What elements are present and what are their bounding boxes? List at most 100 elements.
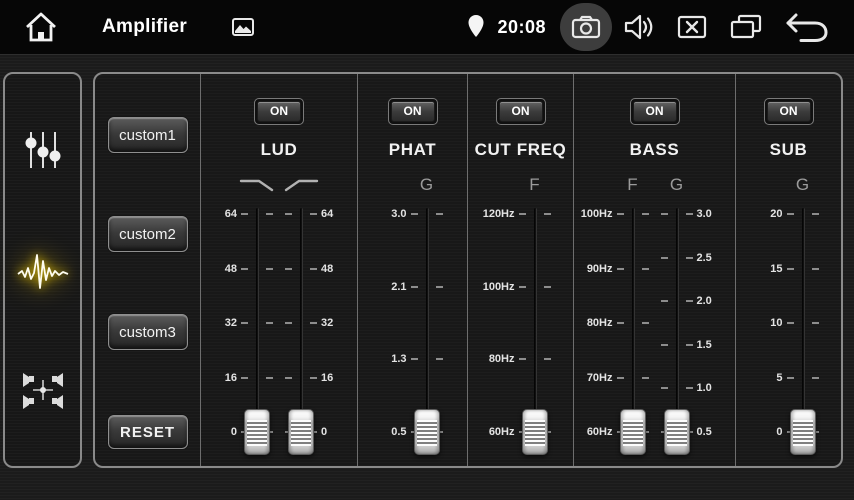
camera-icon <box>570 13 602 41</box>
tick-dash <box>519 358 526 360</box>
lud-slider-0-knob[interactable] <box>244 409 270 455</box>
tick-label: 1.3 <box>391 352 406 366</box>
tick-dash <box>436 358 443 360</box>
volume-button[interactable] <box>622 12 656 42</box>
tick-dash <box>241 213 248 215</box>
custom2-button[interactable]: custom2 <box>108 216 188 252</box>
lud-slider-1: 644832160 <box>289 166 341 456</box>
tick-label: 32 <box>321 316 333 330</box>
home-button[interactable] <box>22 8 60 46</box>
tick-dash <box>642 322 649 324</box>
back-button[interactable] <box>784 10 830 44</box>
tick-dash <box>617 213 624 215</box>
top-bar: Amplifier 20:08 <box>0 0 854 55</box>
back-icon <box>784 10 830 44</box>
slider-track[interactable] <box>802 208 805 442</box>
phat-slider-0-header: G <box>387 166 439 204</box>
slider-track[interactable] <box>426 208 429 442</box>
tick-dash <box>310 268 317 270</box>
slider-track[interactable] <box>632 208 635 442</box>
tick-dash <box>544 286 551 288</box>
tick-dash <box>686 257 693 259</box>
tick-label: 32 <box>225 316 237 330</box>
highpass-curve-icon <box>283 177 319 193</box>
tick-dash <box>436 286 443 288</box>
tick-dash <box>310 377 317 379</box>
sidebar-item-sound-effects[interactable] <box>13 240 73 300</box>
tick-dash <box>241 377 248 379</box>
phat-sliders: G3.02.11.30.5 <box>387 166 439 456</box>
phat-on-button[interactable]: ON <box>391 101 435 122</box>
location-icon <box>465 13 487 41</box>
param-label-bass-1: G <box>670 175 683 195</box>
close-app-button[interactable] <box>676 13 708 41</box>
sub-on-button[interactable]: ON <box>767 101 811 122</box>
tick-label: 80Hz <box>587 316 613 330</box>
phat-slider-0-knob[interactable] <box>414 409 440 455</box>
tick-dash <box>411 213 418 215</box>
tick-dash <box>686 300 693 302</box>
tick-label: 10 <box>770 316 782 330</box>
tick-label: 5 <box>776 371 782 385</box>
lud-slider-1-body: 644832160 <box>289 204 341 456</box>
lud-on-button[interactable]: ON <box>257 101 301 122</box>
slider-track[interactable] <box>676 208 679 442</box>
amplifier-screen: Amplifier 20:08 <box>0 0 854 500</box>
lud-slider-0-header <box>217 166 269 204</box>
tick-label: 0.5 <box>697 425 712 439</box>
wallpaper-button[interactable] <box>231 16 255 38</box>
presets-column: custom1 custom2 custom3 RESET <box>95 74 200 466</box>
tick-label: 2.1 <box>391 280 406 294</box>
bass-slider-1-knob[interactable] <box>664 409 690 455</box>
tick-label: 3.0 <box>391 207 406 221</box>
waveform-icon <box>16 246 70 294</box>
tick-label: 16 <box>225 371 237 385</box>
sidebar-item-speaker-balance[interactable] <box>13 360 73 420</box>
tick-label: 0 <box>231 425 237 439</box>
tick-dash <box>787 213 794 215</box>
sub-on-frame: ON <box>764 98 814 125</box>
sidebar-item-equalizer[interactable] <box>13 120 73 180</box>
tick-dash <box>310 322 317 324</box>
sub-slider-0-knob[interactable] <box>790 409 816 455</box>
lud-slider-1-header <box>289 166 341 204</box>
tick-label: 16 <box>321 371 333 385</box>
tick-dash <box>661 300 668 302</box>
knob-ridges <box>247 420 267 446</box>
tick-label: 1.5 <box>697 338 712 352</box>
lud-slider-0-body: 644832160 <box>217 204 269 456</box>
tick-dash <box>812 213 819 215</box>
tick-dash <box>544 358 551 360</box>
param-label-phat-0: G <box>420 175 433 195</box>
tick-dash <box>411 286 418 288</box>
custom3-button[interactable]: custom3 <box>108 314 188 350</box>
cut-freq-slider-0-header: F <box>495 166 547 204</box>
bass-slider-0-knob[interactable] <box>620 409 646 455</box>
slider-track[interactable] <box>534 208 537 442</box>
knob-ridges <box>667 420 687 446</box>
tick-dash <box>812 268 819 270</box>
image-icon <box>231 16 255 38</box>
channel-bass: ONBASSF100Hz90Hz80Hz70Hz60HzG3.02.52.01.… <box>573 74 735 466</box>
recent-apps-button[interactable] <box>728 13 764 41</box>
phat-on-frame: ON <box>388 98 438 125</box>
bass-on-button[interactable]: ON <box>633 101 677 122</box>
cut-freq-slider-0-body: 120Hz100Hz80Hz60Hz <box>495 204 547 456</box>
screenshot-button[interactable] <box>560 3 612 51</box>
recent-apps-icon <box>728 13 764 41</box>
lud-slider-1-knob[interactable] <box>288 409 314 455</box>
knob-ridges <box>623 420 643 446</box>
lud-on-frame: ON <box>254 98 304 125</box>
tick-dash <box>642 268 649 270</box>
cut-freq-on-button[interactable]: ON <box>499 101 543 122</box>
tick-dash <box>617 268 624 270</box>
tick-label: 15 <box>770 262 782 276</box>
tick-label: 3.0 <box>697 207 712 221</box>
slider-track[interactable] <box>256 208 259 442</box>
reset-button[interactable]: RESET <box>108 415 188 449</box>
sidebar <box>3 72 82 468</box>
knob-ridges <box>793 420 813 446</box>
cut-freq-slider-0-knob[interactable] <box>522 409 548 455</box>
custom1-button[interactable]: custom1 <box>108 117 188 153</box>
slider-track[interactable] <box>300 208 303 442</box>
